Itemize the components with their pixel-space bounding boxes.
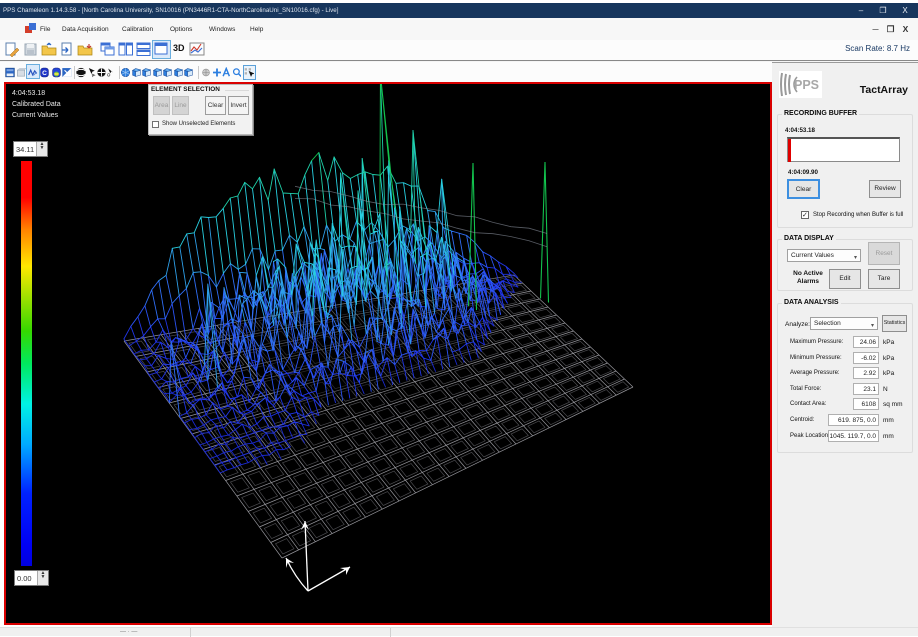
svg-text:PPS: PPS	[794, 78, 819, 92]
svg-text:C: C	[42, 70, 47, 77]
